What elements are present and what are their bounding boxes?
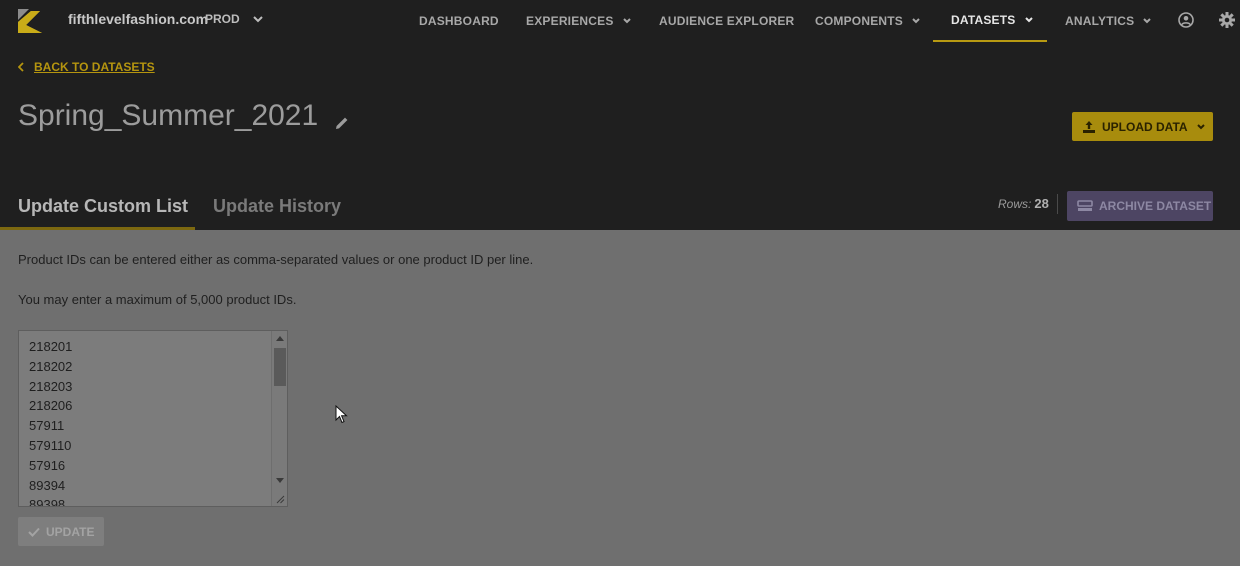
tab-update-custom-list[interactable]: Update Custom List <box>0 184 195 230</box>
list-item: 218203 <box>29 378 73 394</box>
list-item: 218202 <box>29 358 73 374</box>
update-button[interactable]: UPDATE <box>18 517 104 546</box>
archive-dataset-button[interactable]: ARCHIVE DATASET <box>1067 191 1213 221</box>
top-nav: fifthlevelfashion.com PROD DASHBOARD EXP… <box>0 0 1240 42</box>
page-title: Spring_Summer_2021 <box>18 99 319 132</box>
scroll-up-icon[interactable] <box>276 336 284 341</box>
user-circle-icon[interactable] <box>1177 11 1195 29</box>
scrollbar-thumb[interactable] <box>274 348 286 386</box>
nav-analytics[interactable]: ANALYTICS <box>1065 0 1152 42</box>
rows-count: Rows: 28 <box>998 196 1049 211</box>
kibo-logo-icon[interactable] <box>18 9 42 33</box>
help-text-format: Product IDs can be entered either as com… <box>18 252 534 267</box>
resize-handle-icon[interactable] <box>276 495 285 504</box>
page-header: BACK TO DATASETS Spring_Summer_2021 UPLO… <box>0 42 1240 230</box>
environment-selector[interactable]: PROD <box>205 12 240 26</box>
check-icon <box>28 527 40 537</box>
nav-datasets[interactable]: DATASETS <box>933 0 1047 42</box>
chevron-down-icon <box>1196 123 1205 129</box>
list-item: 218206 <box>29 398 73 414</box>
help-text-max: You may enter a maximum of 5,000 product… <box>18 292 297 307</box>
chevron-down-icon[interactable] <box>252 12 264 26</box>
mouse-cursor-icon <box>335 405 348 424</box>
upload-icon <box>1083 120 1095 133</box>
chevron-down-icon <box>622 18 631 24</box>
back-to-datasets-link[interactable]: BACK TO DATASETS <box>18 60 155 74</box>
tab-update-history[interactable]: Update History <box>213 184 341 230</box>
nav-dashboard[interactable]: DASHBOARD <box>419 0 499 42</box>
list-item: 89394 <box>29 477 66 493</box>
site-name[interactable]: fifthlevelfashion.com <box>68 11 208 27</box>
archive-icon <box>1077 200 1093 211</box>
textarea-scrollbar[interactable] <box>271 331 287 506</box>
product-ids-textarea[interactable]: 218201 218202 218203 218206 57911 579110… <box>18 330 288 507</box>
list-item: 57911 <box>29 418 65 434</box>
scroll-down-icon[interactable] <box>276 478 284 483</box>
chevron-down-icon <box>912 18 920 24</box>
nav-components[interactable]: COMPONENTS <box>815 0 921 42</box>
pencil-edit-icon[interactable] <box>334 115 350 131</box>
chevron-down-icon <box>1143 18 1152 24</box>
chevron-down-icon <box>1024 17 1033 23</box>
nav-audience-explorer[interactable]: AUDIENCE EXPLORER <box>659 0 794 42</box>
list-item: 218201 <box>29 339 73 354</box>
divider <box>1057 194 1058 214</box>
product-id-list: 218201 218202 218203 218206 57911 579110… <box>29 337 73 507</box>
upload-data-button[interactable]: UPLOAD DATA <box>1072 112 1213 141</box>
list-item: 579110 <box>29 437 72 453</box>
list-item: 57916 <box>29 457 66 473</box>
list-item: 89398 <box>29 497 66 507</box>
chevron-left-icon <box>18 62 24 72</box>
gear-icon[interactable] <box>1218 11 1236 29</box>
nav-experiences[interactable]: EXPERIENCES <box>526 0 632 42</box>
